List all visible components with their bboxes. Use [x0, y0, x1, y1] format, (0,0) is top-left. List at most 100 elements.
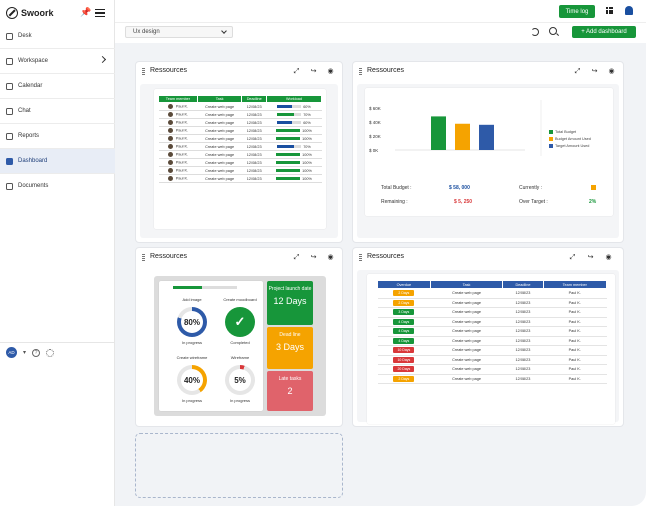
time-log-button[interactable]: Time log	[559, 5, 595, 18]
kpi-card[interactable]: Late tasks 2	[267, 371, 313, 411]
bar-budget-amount-used[interactable]	[455, 123, 470, 150]
sidebar-item-reports[interactable]: Reports	[0, 124, 115, 148]
workload-cell: 70%	[266, 142, 322, 151]
overdue-badge: 4 Days	[393, 337, 415, 344]
deadline-cell: 12/08/23	[241, 158, 267, 167]
table-row[interactable]: 4 Days Create web page 12/08/23 Paul K.	[377, 326, 607, 337]
share-icon[interactable]: ↪	[587, 254, 594, 261]
share-icon[interactable]: ↪	[591, 68, 598, 75]
sidebar-item-documents[interactable]: Documents	[0, 174, 115, 198]
workload-value: 100%	[302, 176, 312, 181]
table-row[interactable]: 10 Days Create web page 12/08/23 Paul K.	[377, 355, 607, 365]
table-row[interactable]: Paul K. Create web page 12/08/23 60%	[158, 102, 322, 111]
table-row[interactable]: Paul K. Create web page 12/08/23 100%	[158, 174, 322, 183]
stat-status: In progress	[181, 340, 202, 345]
table-row[interactable]: Paul K. Create web page 12/08/23 60%	[158, 118, 322, 127]
member-cell: Paul K.	[543, 326, 607, 337]
table-row[interactable]: 10 Days Create web page 12/08/23 Paul K.	[377, 345, 607, 356]
table-row[interactable]: 3 Days Create web page 12/08/23 Paul K.	[377, 307, 607, 318]
share-icon[interactable]: ↪	[310, 254, 317, 261]
overdue-badge: 4 Days	[393, 318, 415, 325]
kpi-column: Project launch date 12 Days Dead line 3 Day…	[267, 281, 315, 411]
table-row[interactable]: Paul K. Create web page 12/08/23 100%	[158, 158, 322, 167]
drag-handle-icon[interactable]	[359, 68, 362, 75]
eye-icon[interactable]: ◉	[327, 68, 334, 75]
table-row[interactable]: Paul K. Create web page 12/08/23 100%	[158, 134, 322, 143]
sidebar-item-dashboard[interactable]: Dashboard	[0, 149, 115, 173]
stat-status: Completed	[230, 340, 250, 345]
sidebar-item-chat[interactable]: Chat	[0, 99, 115, 123]
workload-value: 100%	[302, 128, 312, 133]
member-cell: Paul K.	[543, 374, 607, 384]
table-header[interactable]: Task	[196, 95, 243, 103]
avatar[interactable]: AD	[6, 347, 17, 358]
workload-value: 60%	[303, 104, 311, 109]
table-row[interactable]: 20 Days Create web page 12/08/23 Paul K.	[377, 364, 607, 375]
table-header[interactable]: Overdue	[377, 280, 431, 289]
table-row[interactable]: 4 Days Create web page 12/08/23 Paul K.	[377, 336, 607, 346]
progress-ring: 40%	[177, 365, 207, 395]
expand-icon[interactable]: ⤢	[574, 68, 581, 75]
empty-widget-slot[interactable]	[135, 433, 343, 498]
table-row[interactable]: Paul K. Create web page 12/08/23 100%	[158, 150, 322, 159]
sidebar-item-desk[interactable]: Desk	[0, 24, 115, 48]
table-header[interactable]: Team member	[158, 95, 198, 103]
eye-icon[interactable]: ◉	[327, 254, 334, 261]
kpi-card[interactable]: Project launch date 12 Days	[267, 281, 313, 325]
expand-icon[interactable]: ⤢	[569, 254, 576, 261]
table-header[interactable]: Task	[429, 280, 504, 289]
eye-icon[interactable]: ◉	[608, 68, 615, 75]
pin-icon[interactable]: 📌	[80, 7, 91, 18]
refresh-icon[interactable]	[531, 28, 539, 36]
workload-fill	[276, 137, 301, 140]
bar-target-amount-used[interactable]	[479, 124, 494, 150]
brand-logo[interactable]: Swoork	[6, 7, 54, 19]
avatar	[167, 120, 173, 125]
search-icon[interactable]	[549, 27, 557, 35]
add-dashboard-button[interactable]: + Add dashboard	[572, 26, 636, 38]
task-cell: Create web page	[197, 110, 242, 119]
drag-handle-icon[interactable]	[359, 254, 362, 261]
overdue-badge: 4 Days	[393, 328, 415, 335]
table-header[interactable]: Deadline	[241, 95, 267, 103]
table-row[interactable]: Paul K. Create web page 12/08/23 70%	[158, 110, 322, 119]
panel-overdue-table: Ressources ⤢ ↪ ◉ Overdue Task Deadline T…	[352, 247, 624, 427]
apps-grid-icon[interactable]	[606, 7, 613, 14]
expand-icon[interactable]: ⤢	[293, 254, 300, 261]
drag-handle-icon[interactable]	[142, 254, 145, 261]
table-header[interactable]: Team member	[542, 280, 608, 289]
sidebar: Swoork 📌 Desk Workspace Calendar Chat Report…	[0, 0, 115, 506]
workload-cell: 100%	[266, 166, 322, 175]
table-row[interactable]: 2 Days Create web page 12/08/23 Paul K.	[377, 298, 607, 308]
gear-icon[interactable]	[46, 348, 55, 357]
task-cell: Create web page	[430, 326, 503, 337]
table-row[interactable]: 2 Days Create web page 12/08/23 Paul K.	[377, 374, 607, 384]
bell-icon[interactable]	[625, 6, 633, 15]
workload-bar	[277, 113, 302, 116]
expand-icon[interactable]: ⤢	[293, 68, 300, 75]
sidebar-item-calendar[interactable]: Calendar	[0, 74, 115, 98]
avatar	[167, 104, 173, 109]
workload-bar	[277, 105, 302, 108]
table-row[interactable]: Paul K. Create web page 12/08/23 100%	[158, 166, 322, 175]
table-header[interactable]: Deadline	[502, 280, 544, 289]
kpi-card[interactable]: Dead line 3 Days	[267, 327, 313, 369]
bar-total-budget[interactable]	[431, 116, 446, 150]
table-header[interactable]: Workload	[266, 95, 322, 103]
table-row[interactable]: 4 Days Create web page 12/08/23 Paul K.	[377, 317, 607, 327]
sidebar-item-workspace[interactable]: Workspace	[0, 49, 115, 73]
table-row[interactable]: Paul K. Create web page 12/08/23 100%	[158, 126, 322, 135]
menu-icon[interactable]	[95, 9, 105, 19]
chevron-down-icon[interactable]: ▾	[23, 349, 26, 356]
task-cell: Create web page	[430, 364, 503, 375]
eye-icon[interactable]: ◉	[605, 254, 612, 261]
table-row[interactable]: Paul K. Create web page 12/08/23 70%	[158, 142, 322, 151]
help-icon[interactable]: ?	[32, 348, 41, 357]
share-icon[interactable]: ↪	[310, 68, 317, 75]
task-cell: Create web page	[430, 298, 503, 308]
member-name: Paul K.	[175, 128, 189, 133]
table-row[interactable]: 2 Days Create web page 12/08/23 Paul K.	[377, 288, 607, 299]
project-select[interactable]: Ux design	[125, 26, 233, 38]
drag-handle-icon[interactable]	[142, 68, 145, 75]
deadline-cell: 12/08/23	[241, 166, 267, 175]
